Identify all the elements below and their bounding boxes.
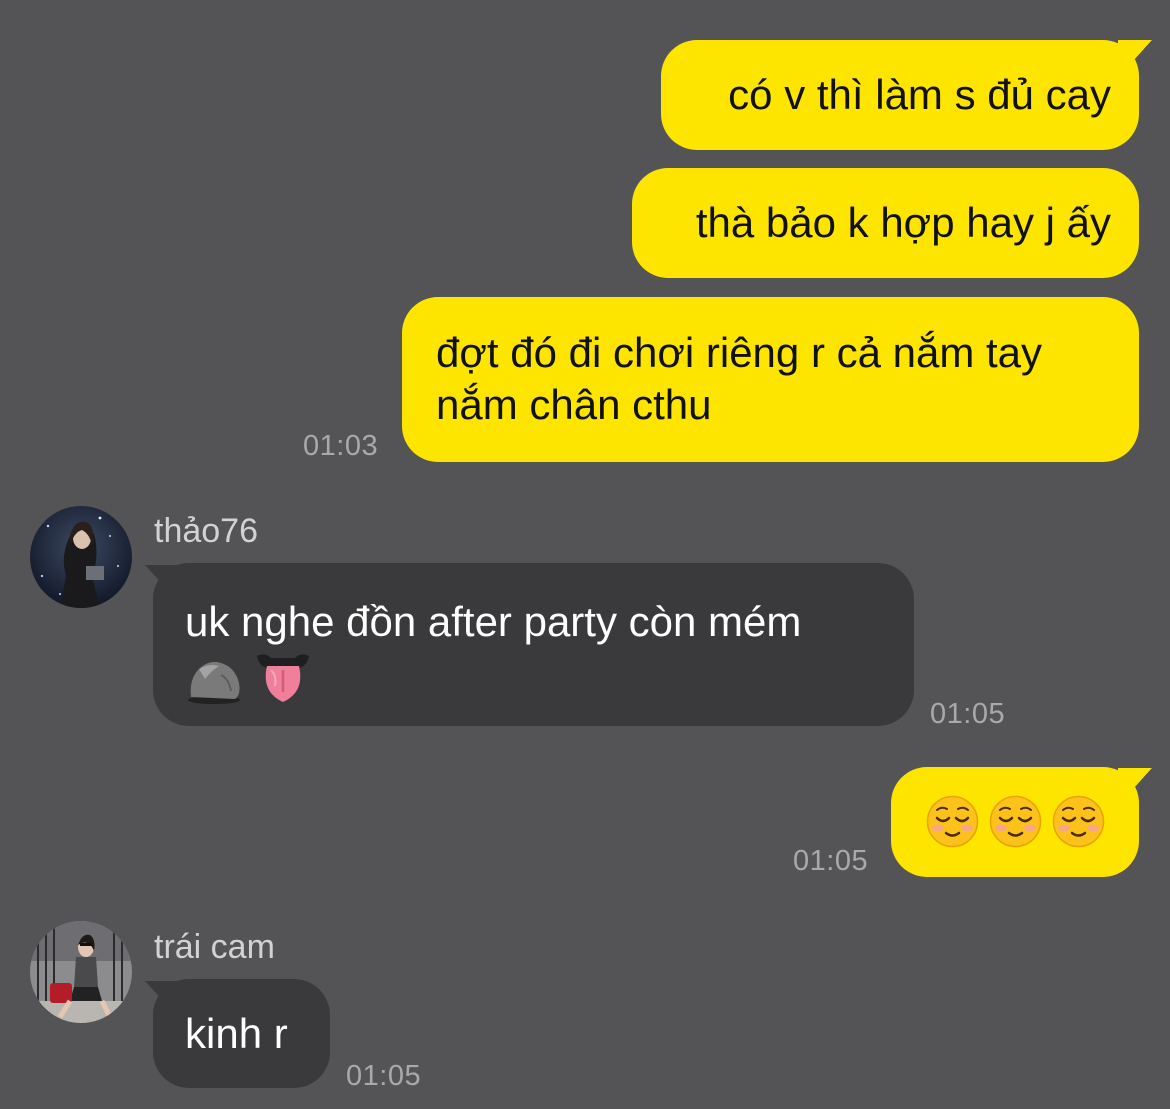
smiling-face-emoji-icon [925, 794, 980, 861]
avatar[interactable] [30, 921, 132, 1023]
message-text-line: nắm chân cthu [436, 381, 712, 428]
smiling-face-emoji-icon [988, 794, 1043, 861]
emoji-row [925, 794, 1111, 861]
message-timestamp: 01:03 [303, 430, 379, 462]
message-text-line: đợt đó đi chơi riêng r cả nắm tay [436, 329, 1043, 376]
outgoing-message-bubble[interactable]: thà bảo k hợp hay j ấy [632, 168, 1139, 278]
message-text: kinh r [185, 1010, 288, 1057]
message-text-line: uk nghe đồn after party còn mém [185, 598, 802, 645]
avatar-photo-icon [30, 506, 132, 608]
message-text: có v thì làm s đủ cay [728, 71, 1111, 118]
message-text: thà bảo k hợp hay j ấy [695, 199, 1111, 246]
outgoing-message-bubble[interactable]: có v thì làm s đủ cay [661, 40, 1139, 150]
incoming-message-bubble[interactable]: kinh r [153, 979, 330, 1088]
sender-name: thảo76 [154, 512, 258, 550]
avatar-photo-icon [30, 921, 132, 1023]
message-timestamp: 01:05 [793, 845, 869, 877]
outgoing-message-bubble[interactable] [891, 767, 1139, 877]
message-timestamp: 01:05 [346, 1060, 422, 1092]
sender-name: trái cam [154, 928, 275, 966]
message-timestamp: 01:05 [930, 698, 1006, 730]
chat-thread[interactable]: có v thì làm s đủ cay thà bảo k hợp hay … [0, 0, 1170, 1109]
smiling-face-emoji-icon [1051, 794, 1106, 861]
tongue-emoji-icon [255, 652, 311, 718]
emoji-row [185, 652, 880, 708]
incoming-message-bubble[interactable]: uk nghe đồn after party còn mém [153, 563, 914, 726]
outgoing-message-bubble[interactable]: đợt đó đi chơi riêng r cả nắm tay nắm ch… [402, 297, 1139, 462]
rock-emoji-icon [185, 653, 243, 717]
avatar[interactable] [30, 506, 132, 608]
